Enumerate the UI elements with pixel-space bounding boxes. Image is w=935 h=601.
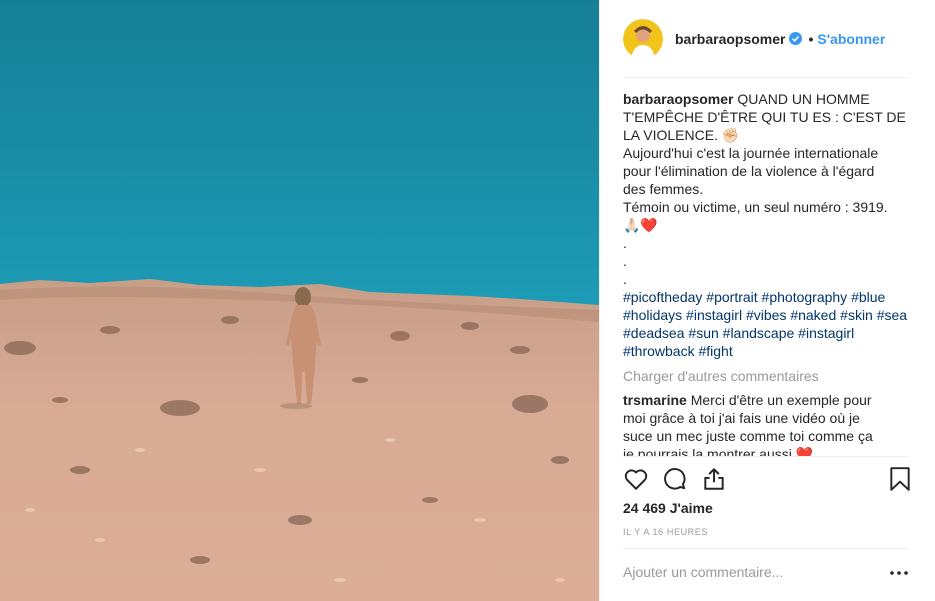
- caption-line: barbaraopsomer QUAND UN HOMME: [623, 90, 913, 108]
- hashtag-link[interactable]: #photography: [762, 289, 848, 305]
- comment-line: moi grâce à toi j'ai fais une vidéo où j…: [623, 410, 860, 426]
- divider: [623, 456, 909, 457]
- separator-dot: •: [808, 30, 814, 47]
- caption-line: des femmes.: [623, 181, 704, 197]
- hashtag-link[interactable]: #throwback: [623, 343, 695, 359]
- divider: [623, 548, 909, 549]
- load-more-comments-button[interactable]: Charger d'autres commentaires: [623, 367, 913, 385]
- caption-line: .: [623, 271, 627, 287]
- heart-outline-icon[interactable]: [623, 466, 649, 492]
- comment-line: je pourrais la montrer aussi ❤️: [623, 446, 814, 456]
- desert-landscape-image: [0, 0, 599, 601]
- verified-badge-icon: [789, 32, 803, 45]
- follow-button[interactable]: S'abonner: [817, 31, 885, 47]
- comment-item: trsmarine Merci d'être un exemple pour m…: [623, 391, 913, 456]
- caption-text: QUAND UN HOMME: [737, 91, 870, 107]
- add-comment-input[interactable]: [623, 560, 873, 584]
- caption-line: .: [623, 235, 627, 251]
- share-icon[interactable]: [701, 466, 727, 492]
- bookmark-icon[interactable]: [887, 466, 913, 492]
- caption-line: LA VIOLENCE. ✊🏻: [623, 127, 740, 143]
- comments-list[interactable]: barbaraopsomer QUAND UN HOMME T'EMPÊCHE …: [623, 90, 913, 456]
- comment-line: suce un mec juste comme toi comme ça: [623, 428, 873, 444]
- comment-bubble-icon[interactable]: [662, 466, 688, 492]
- hashtag-link[interactable]: #naked: [790, 307, 836, 323]
- hashtag-link[interactable]: #vibes: [746, 307, 786, 323]
- hashtag-link[interactable]: #instagirl: [798, 325, 854, 341]
- hashtag-link[interactable]: #instagirl: [686, 307, 742, 323]
- comment-text: Merci d'être un exemple pour: [690, 392, 872, 408]
- hashtag-link[interactable]: #holidays: [623, 307, 682, 323]
- hashtag-link[interactable]: #skin: [840, 307, 873, 323]
- hashtag-link[interactable]: #deadsea: [623, 325, 685, 341]
- username[interactable]: barbaraopsomer: [675, 31, 785, 47]
- caption-line: pour l'élimination de la violence à l'ég…: [623, 163, 875, 179]
- caption-line: Témoin ou victime, un seul numéro : 3919…: [623, 199, 888, 215]
- hashtag-link[interactable]: #fight: [698, 343, 732, 359]
- post-timestamp[interactable]: IL Y A 16 HEURES: [623, 527, 708, 537]
- post-header: barbaraopsomer • S'abonner: [600, 0, 935, 77]
- avatar[interactable]: [623, 18, 663, 59]
- caption-line: 🙏🏻❤️: [623, 217, 658, 233]
- post-photo[interactable]: [0, 0, 599, 601]
- hashtag-link[interactable]: #picoftheday: [623, 289, 702, 305]
- instagram-post: barbaraopsomer • S'abonner barbaraopsome…: [0, 0, 935, 601]
- hashtag-list: #picoftheday #portrait #photography #blu…: [623, 288, 913, 360]
- likes-count[interactable]: 24 469 J'aime: [623, 500, 713, 516]
- hashtag-link[interactable]: #sun: [688, 325, 718, 341]
- post-side-panel: barbaraopsomer • S'abonner barbaraopsome…: [599, 0, 935, 601]
- caption: barbaraopsomer QUAND UN HOMME T'EMPÊCHE …: [623, 90, 913, 360]
- divider: [623, 77, 909, 78]
- more-options-icon[interactable]: [889, 566, 909, 578]
- hashtag-link[interactable]: #landscape: [723, 325, 795, 341]
- comment-username[interactable]: trsmarine: [623, 392, 687, 408]
- hashtag-link[interactable]: #sea: [877, 307, 907, 323]
- comment-line: trsmarine Merci d'être un exemple pour: [623, 391, 901, 409]
- caption-line: .: [623, 253, 627, 269]
- hashtag-link[interactable]: #blue: [851, 289, 885, 305]
- caption-line: Aujourd'hui c'est la journée internation…: [623, 145, 879, 161]
- caption-line: T'EMPÊCHE D'ÊTRE QUI TU ES : C'EST DE: [623, 109, 906, 125]
- hashtag-link[interactable]: #portrait: [706, 289, 757, 305]
- caption-username[interactable]: barbaraopsomer: [623, 91, 733, 107]
